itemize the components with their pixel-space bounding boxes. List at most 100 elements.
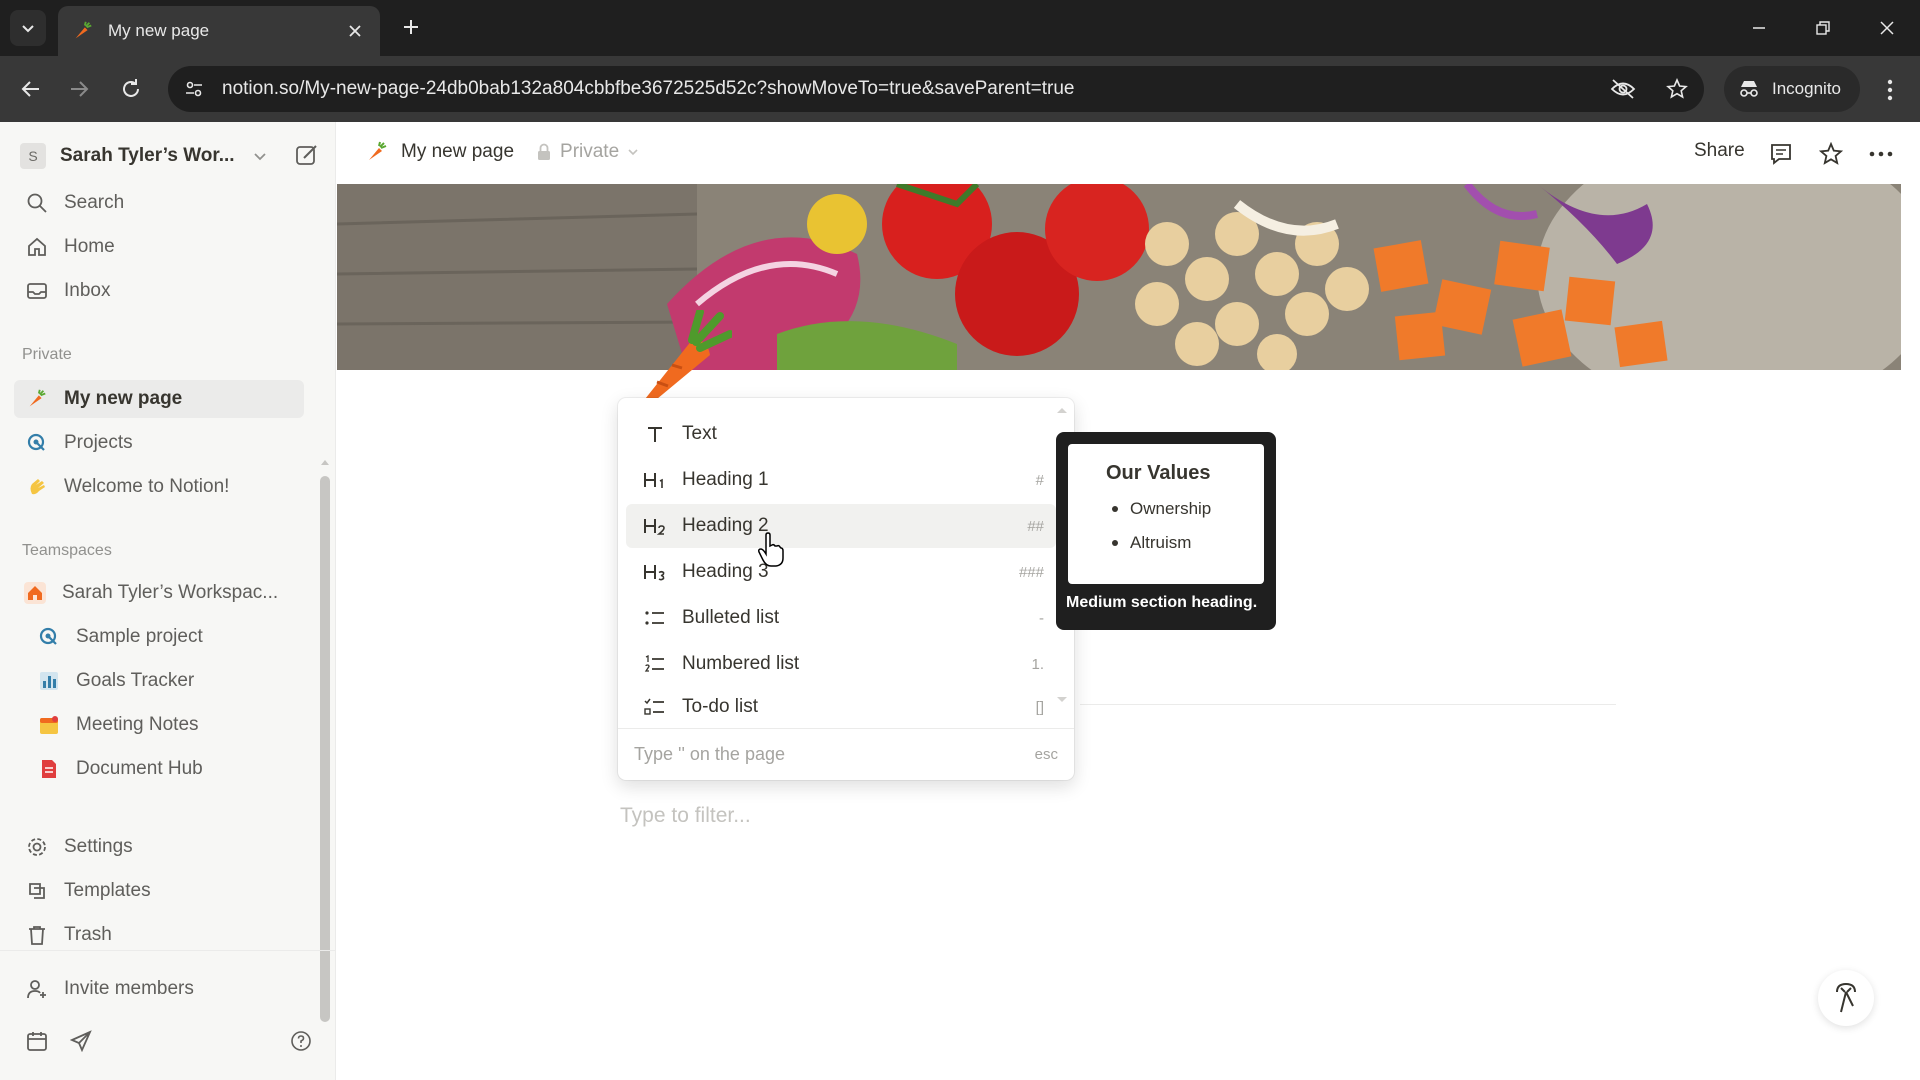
tab-close-icon[interactable] [344,20,366,42]
sidebar-item-teamspace[interactable]: Sarah Tyler’s Workspac... [14,574,304,612]
chevron-down-icon [628,149,638,156]
menu-footer: Type '' on the page esc [618,728,1074,780]
sidebar-scrollbar[interactable] [320,350,330,1022]
back-arrow-icon[interactable] [16,74,46,104]
reload-icon[interactable] [116,74,146,104]
sidebar-item-my-new-page[interactable]: My new page [14,380,304,418]
browser-menu-icon[interactable] [1878,76,1902,104]
sidebar-item-goals-tracker[interactable]: Goals Tracker [14,662,304,700]
block-preview-tooltip: Our Values Ownership Altruism Medium sec… [1056,432,1276,630]
heading-3-icon [642,559,668,585]
notion-ai-button[interactable] [1818,970,1874,1026]
sidebar-item-label: My new page [64,388,183,409]
slash-command-menu: Text Heading 1 # Heading 2 ## Heading 3 … [618,398,1074,780]
scroll-down-icon[interactable] [1056,696,1068,704]
sidebar-item-projects[interactable]: Projects [14,424,304,462]
tab-search-button[interactable] [10,10,46,46]
divider-block [1080,704,1616,705]
workspace-switcher[interactable]: S Sarah Tyler’s Wor... [20,138,320,174]
favorite-star-icon[interactable] [1817,140,1845,168]
sidebar-item-label: Document Hub [76,758,203,779]
menu-item-shortcut: # [1035,471,1044,489]
sidebar-item-trash[interactable]: Trash [14,916,304,954]
sidebar-item-home[interactable]: Home [14,228,304,266]
window-close-icon[interactable] [1872,14,1902,42]
menu-item-shortcut: ## [1027,517,1044,535]
slash-filter-placeholder[interactable]: Type to filter... [620,804,751,828]
bulleted-list-icon [642,605,668,631]
search-icon [24,190,50,216]
page-cover-image[interactable] [337,184,1901,370]
projects-icon [36,624,62,650]
tab-title: My new page [108,21,210,40]
send-icon[interactable] [68,1028,94,1054]
incognito-icon [1740,81,1758,97]
menu-item-numbered-list[interactable]: Numbered list 1. [626,642,1056,686]
lock-icon [538,143,551,160]
menu-footer-esc[interactable]: esc [1035,746,1058,763]
menu-item-heading-2[interactable]: Heading 2 ## [626,504,1056,548]
workspace-avatar: S [20,143,46,169]
heading-1-icon [642,467,668,493]
menu-item-todo-list[interactable]: To-do list [] [626,688,1056,726]
preview-bullet: Ownership [1106,499,1264,519]
sidebar-item-settings[interactable]: Settings [14,828,304,866]
forward-arrow-icon[interactable] [64,74,94,104]
sidebar-item-templates[interactable]: Templates [14,872,304,910]
new-tab-plus-icon[interactable] [398,14,424,40]
calendar-icon [36,712,62,738]
scroll-up-icon[interactable] [1056,406,1068,414]
sidebar-item-meeting-notes[interactable]: Meeting Notes [14,706,304,744]
privacy-label[interactable]: Private [560,141,619,163]
menu-item-shortcut: ### [1018,563,1044,581]
gear-icon [24,834,50,860]
home-icon [24,234,50,260]
incognito-label: Incognito [1772,79,1841,98]
trash-icon [24,922,50,948]
ai-face-icon [1836,982,1856,1013]
scroll-up-icon[interactable] [320,458,330,466]
heading-2-icon [642,513,668,539]
calendar-app-icon[interactable] [24,1028,50,1054]
sidebar-item-label: Settings [64,836,133,857]
browser-tab-active[interactable]: My new page [58,6,380,56]
chevron-down-icon [22,25,34,33]
site-settings-icon[interactable] [184,79,204,99]
breadcrumb[interactable]: My new page Private [365,140,639,164]
more-options-icon[interactable] [1867,140,1895,168]
menu-item-heading-3[interactable]: Heading 3 ### [626,550,1056,594]
menu-item-shortcut: - [1039,609,1044,627]
page-topbar: My new page Private Share [337,122,1920,184]
menu-item-label: Heading 3 [682,561,769,582]
help-circle-icon[interactable] [288,1028,314,1054]
new-page-compose-icon[interactable] [294,142,320,168]
minimize-icon[interactable] [1744,14,1774,42]
sidebar-item-document-hub[interactable]: Document Hub [14,750,304,788]
bookmark-star-icon[interactable] [1666,78,1688,100]
sidebar-item-welcome[interactable]: Welcome to Notion! [14,468,304,506]
sidebar-item-label: Goals Tracker [76,670,195,691]
sidebar-item-inbox[interactable]: Inbox [14,272,304,310]
sidebar-item-sample-project[interactable]: Sample project [14,618,304,656]
menu-item-label: Numbered list [682,653,800,674]
menu-item-label: Text [682,423,717,444]
add-person-icon [24,976,50,1002]
menu-item-shortcut: 1. [1031,655,1044,673]
notion-app: S Sarah Tyler’s Wor... Search Home Inbox… [0,122,1920,1080]
comments-icon[interactable] [1767,140,1795,168]
address-bar[interactable]: notion.so/My-new-page-24db0bab132a804cbb… [168,66,1704,112]
sidebar-item-search[interactable]: Search [14,184,304,222]
sidebar-item-label: Templates [64,880,151,901]
menu-item-heading-1[interactable]: Heading 1 # [626,458,1056,502]
sidebar-item-label: Meeting Notes [76,714,199,735]
menu-item-bulleted-list[interactable]: Bulleted list - [626,596,1056,640]
sidebar-scroll-thumb[interactable] [320,476,330,1022]
sidebar-item-label: Sarah Tyler’s Workspac... [62,582,279,603]
teamspaces-section-label: Teamspaces [22,542,112,559]
menu-item-text[interactable]: Text [626,412,1056,456]
incognito-button[interactable]: Incognito [1724,66,1860,112]
restore-icon[interactable] [1808,14,1838,42]
eye-off-icon[interactable] [1610,78,1636,100]
share-button[interactable]: Share [1694,140,1745,162]
invite-members-button[interactable]: Invite members [14,970,304,1008]
